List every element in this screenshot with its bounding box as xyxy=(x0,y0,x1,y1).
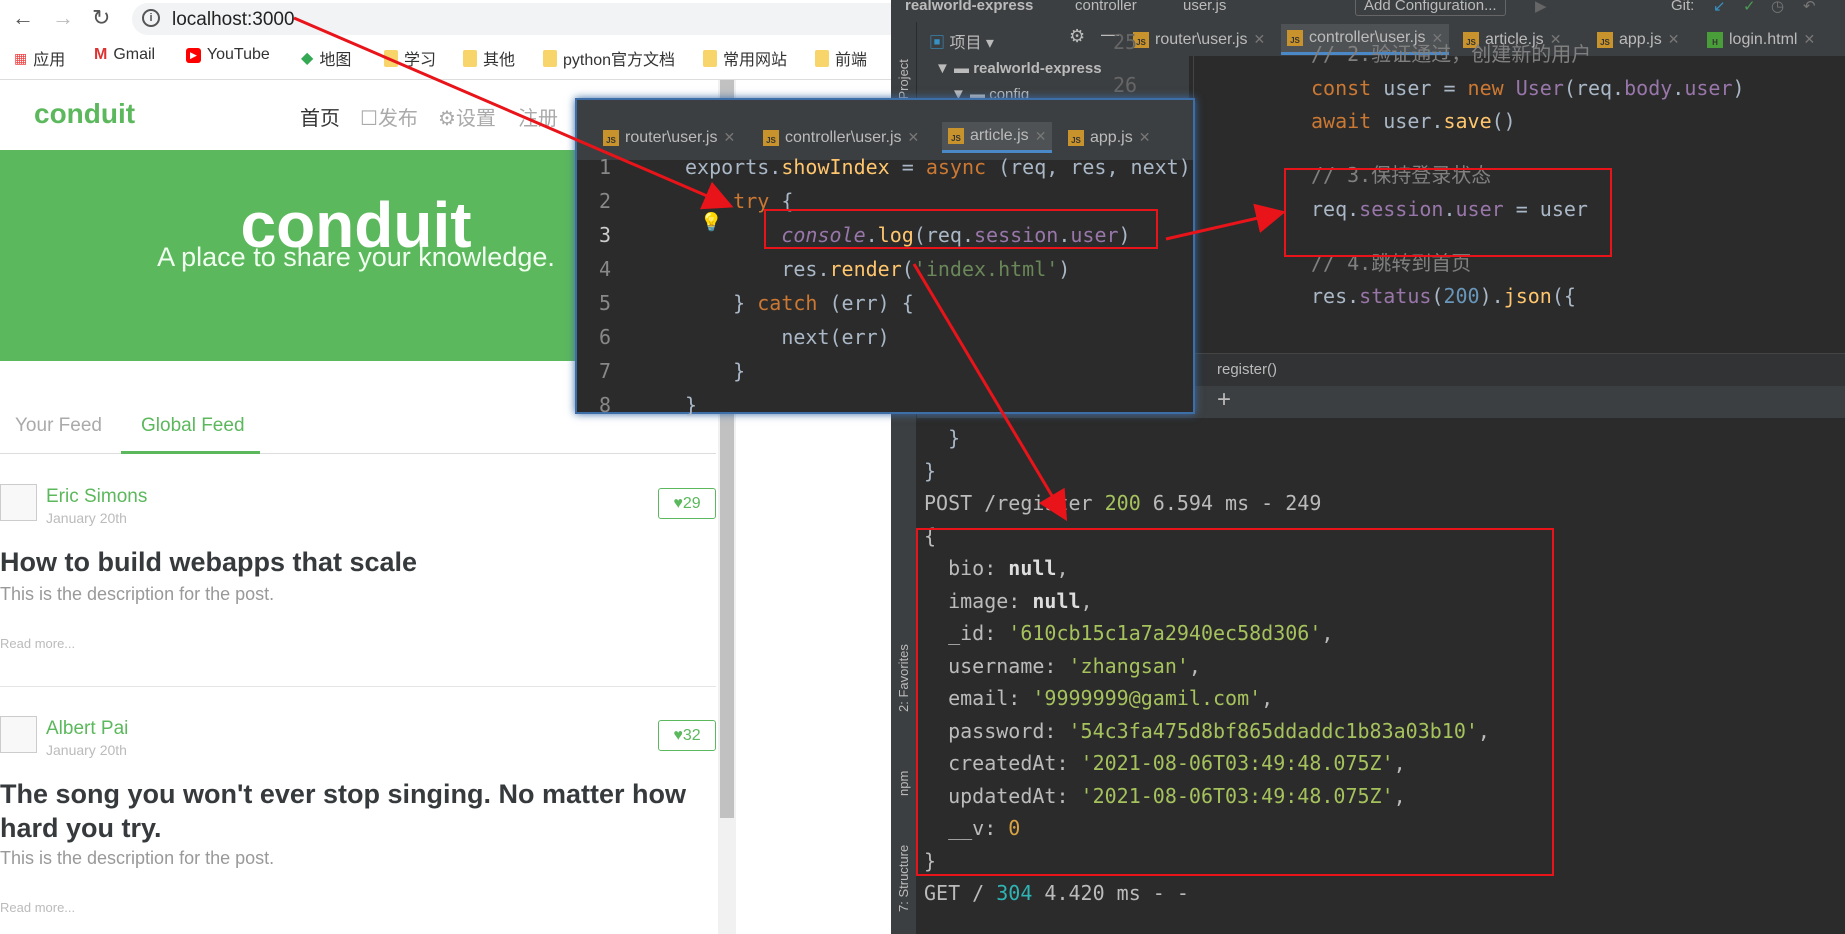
arrow xyxy=(1165,203,1286,241)
annotation-arrows xyxy=(293,16,1286,522)
arrow xyxy=(293,16,734,210)
arrow xyxy=(912,263,1068,522)
